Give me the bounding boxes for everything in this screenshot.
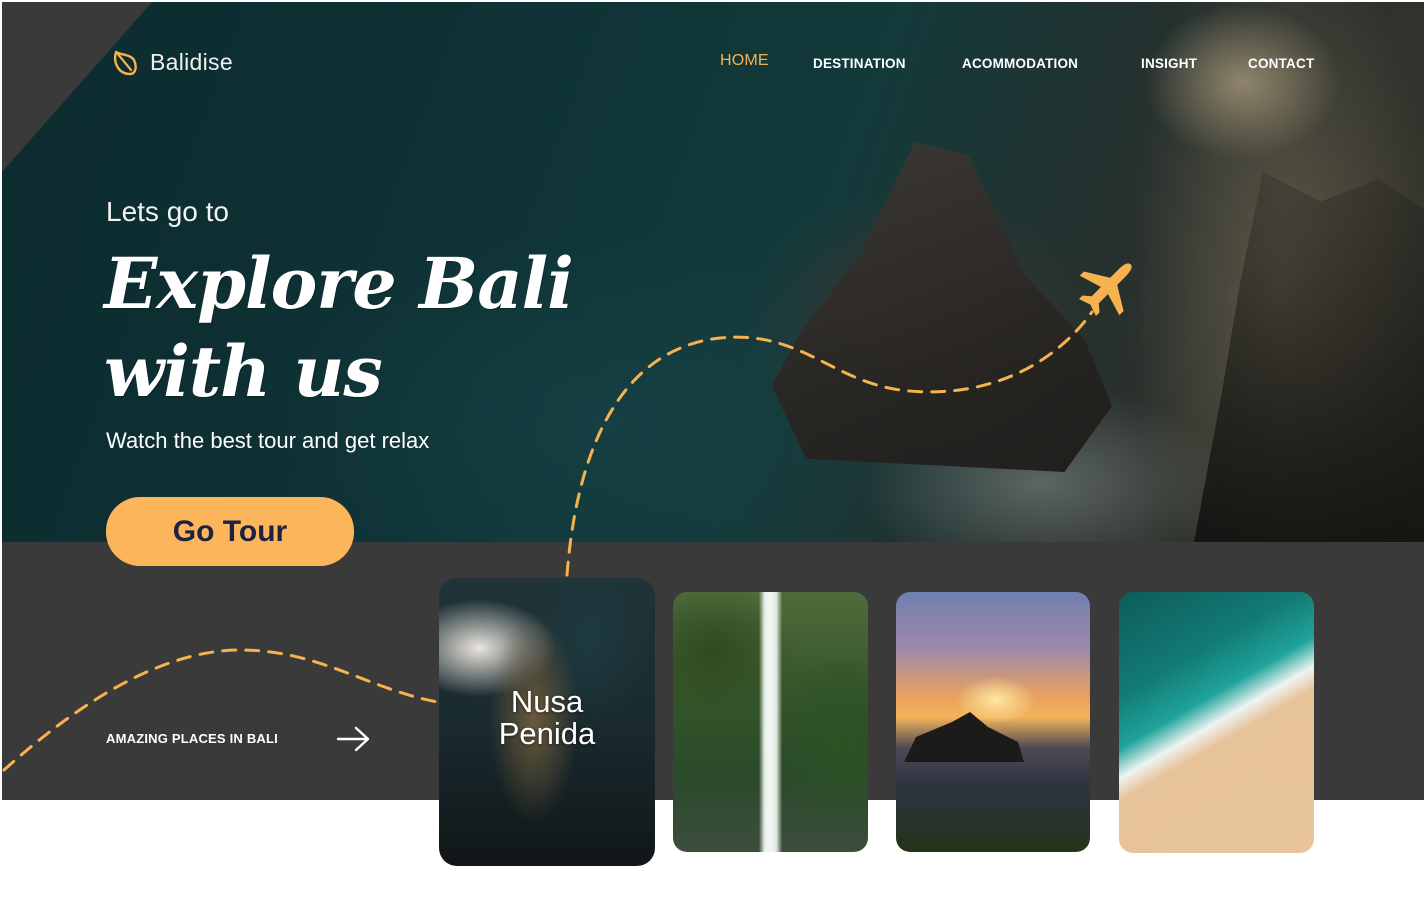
hero-headline: Explore Bali with us <box>104 240 574 416</box>
place-card-temple-sunset[interactable] <box>896 592 1090 852</box>
hero-kicker: Lets go to <box>106 196 229 227</box>
nav-item-destination[interactable]: DESTINATION <box>813 56 906 71</box>
nav-item-accommodation[interactable]: ACOMMODATION <box>962 56 1078 71</box>
hero-corner-shape <box>2 2 152 172</box>
hero-headline-line-2: with us <box>104 330 383 413</box>
place-card-title-line-2: Penida <box>498 716 596 751</box>
go-tour-button[interactable]: Go Tour <box>106 497 354 566</box>
temple-silhouette <box>904 712 1024 762</box>
place-card-title: Nusa Penida <box>439 686 655 750</box>
nav-item-insight[interactable]: INSIGHT <box>1141 56 1197 71</box>
brand-name: Balidise <box>150 48 233 75</box>
brand-logo[interactable]: Balidise <box>110 46 233 78</box>
place-card-beach[interactable] <box>1119 592 1314 853</box>
nav-item-home[interactable]: HOME <box>720 52 769 70</box>
amazing-places-label: AMAZING PLACES IN BALI <box>106 731 278 746</box>
arrow-right-icon[interactable] <box>336 724 372 754</box>
page: Balidise HOME DESTINATION ACOMMODATION I… <box>0 0 1426 897</box>
hero-subline: Watch the best tour and get relax <box>106 428 430 453</box>
place-card-waterfall[interactable] <box>673 592 868 852</box>
nav-item-contact[interactable]: CONTACT <box>1248 56 1314 71</box>
hero-background-palms <box>1194 172 1424 542</box>
hero-background-rock <box>772 142 1112 472</box>
leaf-icon <box>114 50 137 76</box>
place-card-nusa-penida[interactable]: Nusa Penida <box>439 578 655 866</box>
place-card-title-line-1: Nusa <box>510 684 584 719</box>
hero-headline-line-1: Explore Bali <box>104 242 574 325</box>
